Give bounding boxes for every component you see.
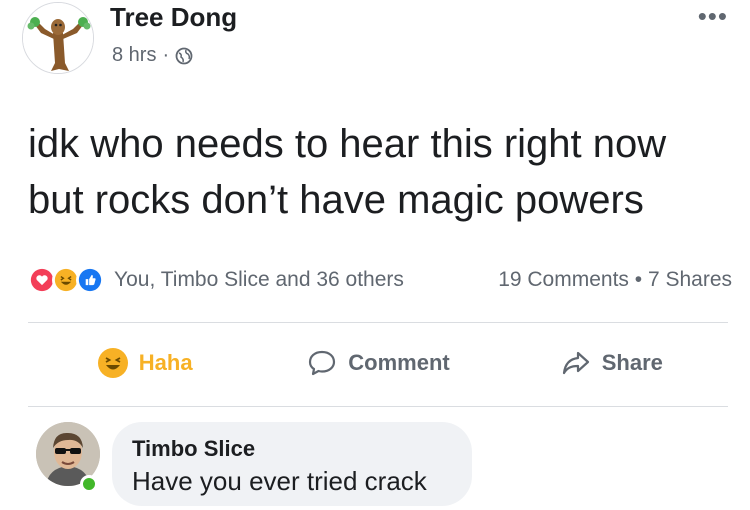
divider xyxy=(28,322,728,323)
comment-button[interactable]: Comment xyxy=(261,347,494,379)
post-time[interactable]: 8 hrs xyxy=(112,44,156,67)
action-bar: Haha Comment Share xyxy=(28,330,728,396)
comment-text: Have you ever tried crack xyxy=(132,466,427,496)
globe-icon xyxy=(175,47,193,64)
comment-bubble: Timbo Slice Have you ever tried crack xyxy=(112,422,472,506)
haha-icon xyxy=(97,348,128,378)
post-meta: 8 hrs · xyxy=(112,44,193,67)
comment-label: Comment xyxy=(348,350,450,375)
more-options-button[interactable]: ••• xyxy=(698,3,728,29)
author-avatar[interactable] xyxy=(22,2,94,74)
author-name[interactable]: Tree Dong xyxy=(110,2,237,33)
share-button[interactable]: Share xyxy=(495,347,728,379)
tree-avatar-icon xyxy=(23,3,93,73)
share-label: Share xyxy=(601,350,663,375)
meta-separator: · xyxy=(162,44,170,66)
haha-label: Haha xyxy=(138,350,193,375)
commenter-name[interactable]: Timbo Slice xyxy=(132,434,452,464)
share-icon xyxy=(562,351,589,375)
reaction-icons[interactable] xyxy=(28,266,104,294)
comment-icon xyxy=(309,350,336,376)
like-reaction-icon xyxy=(76,266,104,294)
online-status-indicator xyxy=(80,475,98,493)
haha-button[interactable]: Haha xyxy=(28,347,261,379)
post-header: Tree Dong 8 hrs · ••• xyxy=(0,0,750,90)
post-text: idk who needs to hear this right now but… xyxy=(28,122,667,222)
divider xyxy=(28,406,728,407)
reactions-summary: You, Timbo Slice and 36 others 19 Commen… xyxy=(28,263,732,297)
comment-share-counts[interactable]: 19 Comments • 7 Shares xyxy=(498,268,732,292)
reaction-names[interactable]: You, Timbo Slice and 36 others xyxy=(114,268,498,292)
comment-item: Timbo Slice Have you ever tried crack xyxy=(22,420,722,510)
